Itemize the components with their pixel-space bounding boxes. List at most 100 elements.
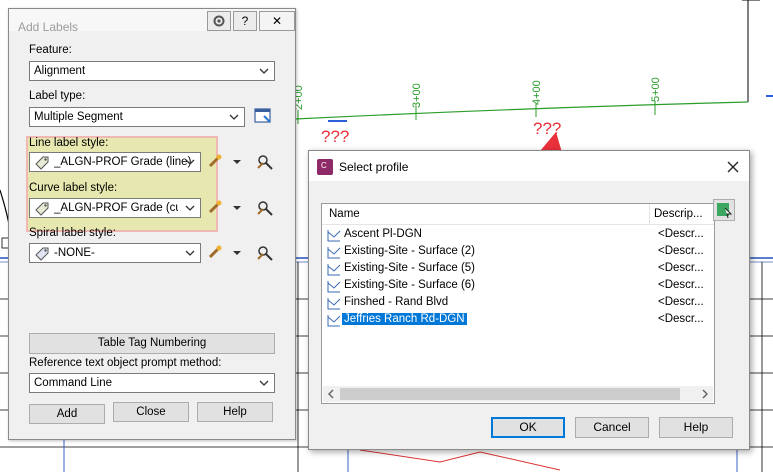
- unknown-label-mark: ???: [321, 127, 349, 146]
- curve-label-style-value: _ALGN-PROF Grade (curv: [54, 202, 178, 214]
- station-label: 3+00: [411, 83, 423, 108]
- column-divider[interactable]: [649, 204, 650, 224]
- reference-prompt-select[interactable]: Command Line: [29, 373, 275, 393]
- profile-name: Existing-Site - Surface (5): [344, 262, 476, 274]
- chevron-down-icon: [185, 205, 195, 211]
- add-labels-titlebar[interactable]: Add Labels ? ✕: [9, 9, 295, 34]
- scrollbar-thumb[interactable]: [340, 388, 680, 400]
- feature-value: Alignment: [34, 65, 86, 77]
- pick-from-drawing-button[interactable]: [713, 199, 735, 221]
- close-icon[interactable]: [727, 161, 739, 173]
- profile-name: Existing-Site - Surface (6): [344, 279, 476, 291]
- list-item[interactable]: Ascent Pl-DGN <Descr...: [322, 227, 714, 244]
- ok-button[interactable]: OK: [491, 417, 565, 438]
- profile-icon: [327, 298, 341, 310]
- close-title-button[interactable]: ✕: [259, 11, 295, 31]
- list-item[interactable]: Finshed - Rand Blvd <Descr...: [322, 295, 714, 312]
- help-title-label: ?: [241, 14, 249, 28]
- scroll-right-icon[interactable]: [699, 386, 711, 402]
- line-style-edit-button[interactable]: [207, 152, 243, 172]
- add-labels-dialog: Add Labels ? ✕ Feature: Alignment Label …: [8, 8, 296, 440]
- spiral-label-style-label: Spiral label style:: [29, 227, 116, 239]
- horizontal-scrollbar[interactable]: [323, 386, 713, 402]
- profile-description: <Descr...: [658, 245, 704, 257]
- select-profile-title: Select profile: [339, 160, 409, 174]
- settings-button[interactable]: [207, 11, 231, 31]
- chevron-down-icon: [185, 250, 195, 256]
- profile-name: Jeffries Ranch Rd-DGN: [342, 313, 467, 325]
- pick-profile-icon: [717, 203, 733, 219]
- line-style-pick-button[interactable]: [255, 152, 275, 172]
- help-button[interactable]: Help: [197, 402, 273, 422]
- label-style-icon: [35, 247, 49, 261]
- help-title-button[interactable]: ?: [233, 11, 257, 31]
- close-icon: ✕: [271, 14, 283, 28]
- label-type-select[interactable]: Multiple Segment: [29, 107, 245, 127]
- list-item-selected[interactable]: Jeffries Ranch Rd-DGN <Descr...: [322, 312, 714, 329]
- curve-style-pick-button[interactable]: [255, 198, 275, 218]
- select-profile-titlebar[interactable]: C Select profile: [309, 151, 749, 181]
- profile-description: <Descr...: [658, 313, 704, 325]
- window-pick-icon: [254, 108, 271, 123]
- profile-description: <Descr...: [658, 296, 704, 308]
- label-style-icon: [35, 156, 49, 170]
- spiral-style-edit-button[interactable]: [207, 243, 243, 263]
- alignment-line: [294, 101, 749, 120]
- profile-description: <Descr...: [658, 228, 704, 240]
- profile-icon: [327, 281, 341, 293]
- select-profile-dialog: C Select profile Name Descrip... Ascent …: [308, 150, 750, 450]
- chevron-down-icon: [259, 380, 269, 386]
- chevron-down-icon: [185, 159, 195, 165]
- spiral-style-pick-button[interactable]: [255, 243, 275, 263]
- profile-icon: [327, 264, 341, 276]
- chevron-down-icon: [229, 114, 239, 120]
- profile-icon: [327, 230, 341, 242]
- profile-name: Ascent Pl-DGN: [344, 228, 422, 240]
- profile-description: <Descr...: [658, 262, 704, 274]
- profile-list[interactable]: Name Descrip... Ascent Pl-DGN <Descr... …: [321, 203, 715, 404]
- settings-icon: [213, 15, 225, 27]
- spiral-label-style-select[interactable]: -NONE-: [29, 243, 201, 263]
- edit-style-icon: [208, 200, 241, 214]
- curve-label-style-select[interactable]: _ALGN-PROF Grade (curv: [29, 198, 201, 218]
- column-header-description[interactable]: Descrip...: [654, 208, 703, 220]
- profile-name: Existing-Site - Surface (2): [344, 245, 476, 257]
- list-item[interactable]: Existing-Site - Surface (2) <Descr...: [322, 244, 714, 261]
- feature-select[interactable]: Alignment: [29, 61, 275, 81]
- feature-label: Feature:: [29, 44, 72, 56]
- pick-style-icon: [257, 246, 273, 261]
- add-button[interactable]: Add: [29, 404, 105, 424]
- column-header-name[interactable]: Name: [329, 208, 360, 220]
- profile-list-header: Name Descrip...: [322, 204, 714, 225]
- cancel-button[interactable]: Cancel: [575, 417, 649, 438]
- reference-prompt-label: Reference text object prompt method:: [29, 357, 222, 369]
- profile-description: <Descr...: [658, 279, 704, 291]
- help-button[interactable]: Help: [659, 417, 733, 438]
- label-type-browse-button[interactable]: [253, 106, 273, 126]
- curve-style-edit-button[interactable]: [207, 198, 243, 218]
- line-label-style-select[interactable]: _ALGN-PROF Grade (line): [29, 152, 201, 172]
- add-labels-title: Add Labels: [18, 20, 79, 34]
- app-icon-letter: C: [321, 161, 327, 170]
- station-label: 4+00: [531, 80, 543, 105]
- pick-style-icon: [257, 155, 273, 170]
- list-item[interactable]: Existing-Site - Surface (5) <Descr...: [322, 261, 714, 278]
- scroll-left-icon[interactable]: [325, 386, 337, 402]
- close-button[interactable]: Close: [113, 402, 189, 422]
- profile-name: Finshed - Rand Blvd: [344, 296, 449, 308]
- curve-label-style-label: Curve label style:: [29, 182, 118, 194]
- profile-icon: [327, 247, 341, 259]
- list-item[interactable]: Existing-Site - Surface (6) <Descr...: [322, 278, 714, 295]
- table-tag-numbering-button[interactable]: Table Tag Numbering: [29, 333, 275, 354]
- edit-style-icon: [208, 245, 241, 259]
- station-label: 5+00: [650, 77, 662, 102]
- edit-style-icon: [208, 154, 241, 168]
- label-type-label: Label type:: [29, 90, 86, 102]
- line-label-style-label: Line label style:: [29, 137, 109, 149]
- label-style-icon: [35, 202, 49, 216]
- civil3d-app-icon: C: [317, 159, 333, 175]
- pick-style-icon: [257, 201, 273, 216]
- reference-prompt-value: Command Line: [34, 377, 112, 389]
- profile-icon: [327, 315, 341, 327]
- line-label-style-value: _ALGN-PROF Grade (line): [54, 156, 192, 168]
